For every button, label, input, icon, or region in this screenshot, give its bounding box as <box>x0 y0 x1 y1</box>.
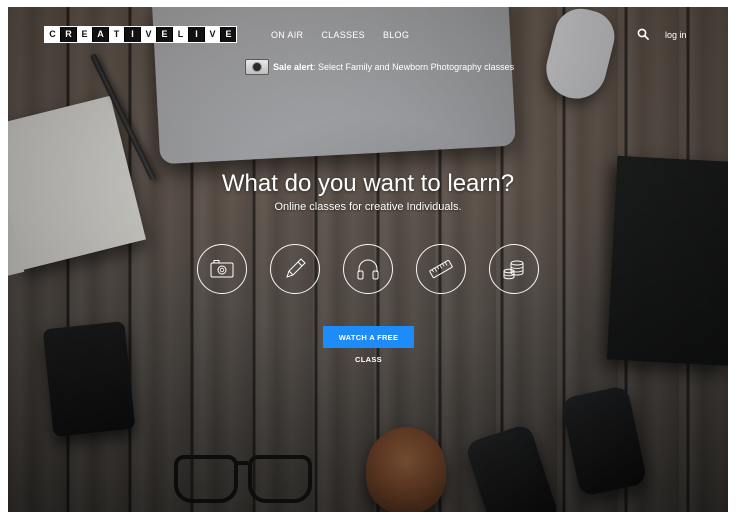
search-icon[interactable] <box>637 28 649 40</box>
sale-alert-text: : Select Family and Newborn Photography … <box>313 62 515 72</box>
login-link[interactable]: log in <box>665 30 687 40</box>
nav-item-classes[interactable]: CLASSES <box>321 30 365 40</box>
logo-letter: V <box>205 27 221 42</box>
creativelive-logo[interactable]: C R E A T I V E L I V E <box>44 26 237 43</box>
hero-title: What do you want to learn? <box>221 170 515 197</box>
logo-letter: C <box>45 27 61 42</box>
category-art-button[interactable] <box>270 244 320 294</box>
category-money-button[interactable] <box>489 244 539 294</box>
category-photo-button[interactable] <box>197 244 247 294</box>
main-nav: ON AIR CLASSES BLOG <box>271 30 409 40</box>
watch-free-class-button[interactable]: WATCH A FREE CLASS <box>323 326 414 364</box>
category-design-button[interactable] <box>416 244 466 294</box>
ruler-icon <box>429 259 453 279</box>
nav-item-on-air[interactable]: ON AIR <box>271 30 303 40</box>
hero-background: C R E A T I V E L I V E ON AIR CLASSES B… <box>8 7 728 512</box>
coins-icon <box>503 260 524 280</box>
camera-icon <box>210 260 234 278</box>
nav-item-blog[interactable]: BLOG <box>383 30 409 40</box>
logo-letter: E <box>221 27 236 42</box>
sale-alert-label: Sale alert <box>273 62 314 72</box>
logo-letter: T <box>109 27 125 42</box>
camera-icon <box>245 59 269 75</box>
sale-alert-banner[interactable]: Sale alert: Select Family and Newborn Ph… <box>245 59 514 75</box>
logo-letter: I <box>125 27 141 42</box>
logo-letter: R <box>61 27 77 42</box>
logo-letter: E <box>77 27 93 42</box>
hero-subtitle: Online classes for creative Individuals. <box>274 201 462 213</box>
logo-letter: I <box>189 27 205 42</box>
category-music-button[interactable] <box>343 244 393 294</box>
logo-letter: V <box>141 27 157 42</box>
logo-letter: A <box>93 27 109 42</box>
pencil-icon <box>286 258 306 278</box>
logo-letter: L <box>173 27 189 42</box>
logo-letter: E <box>157 27 173 42</box>
headphones-icon <box>357 259 379 280</box>
